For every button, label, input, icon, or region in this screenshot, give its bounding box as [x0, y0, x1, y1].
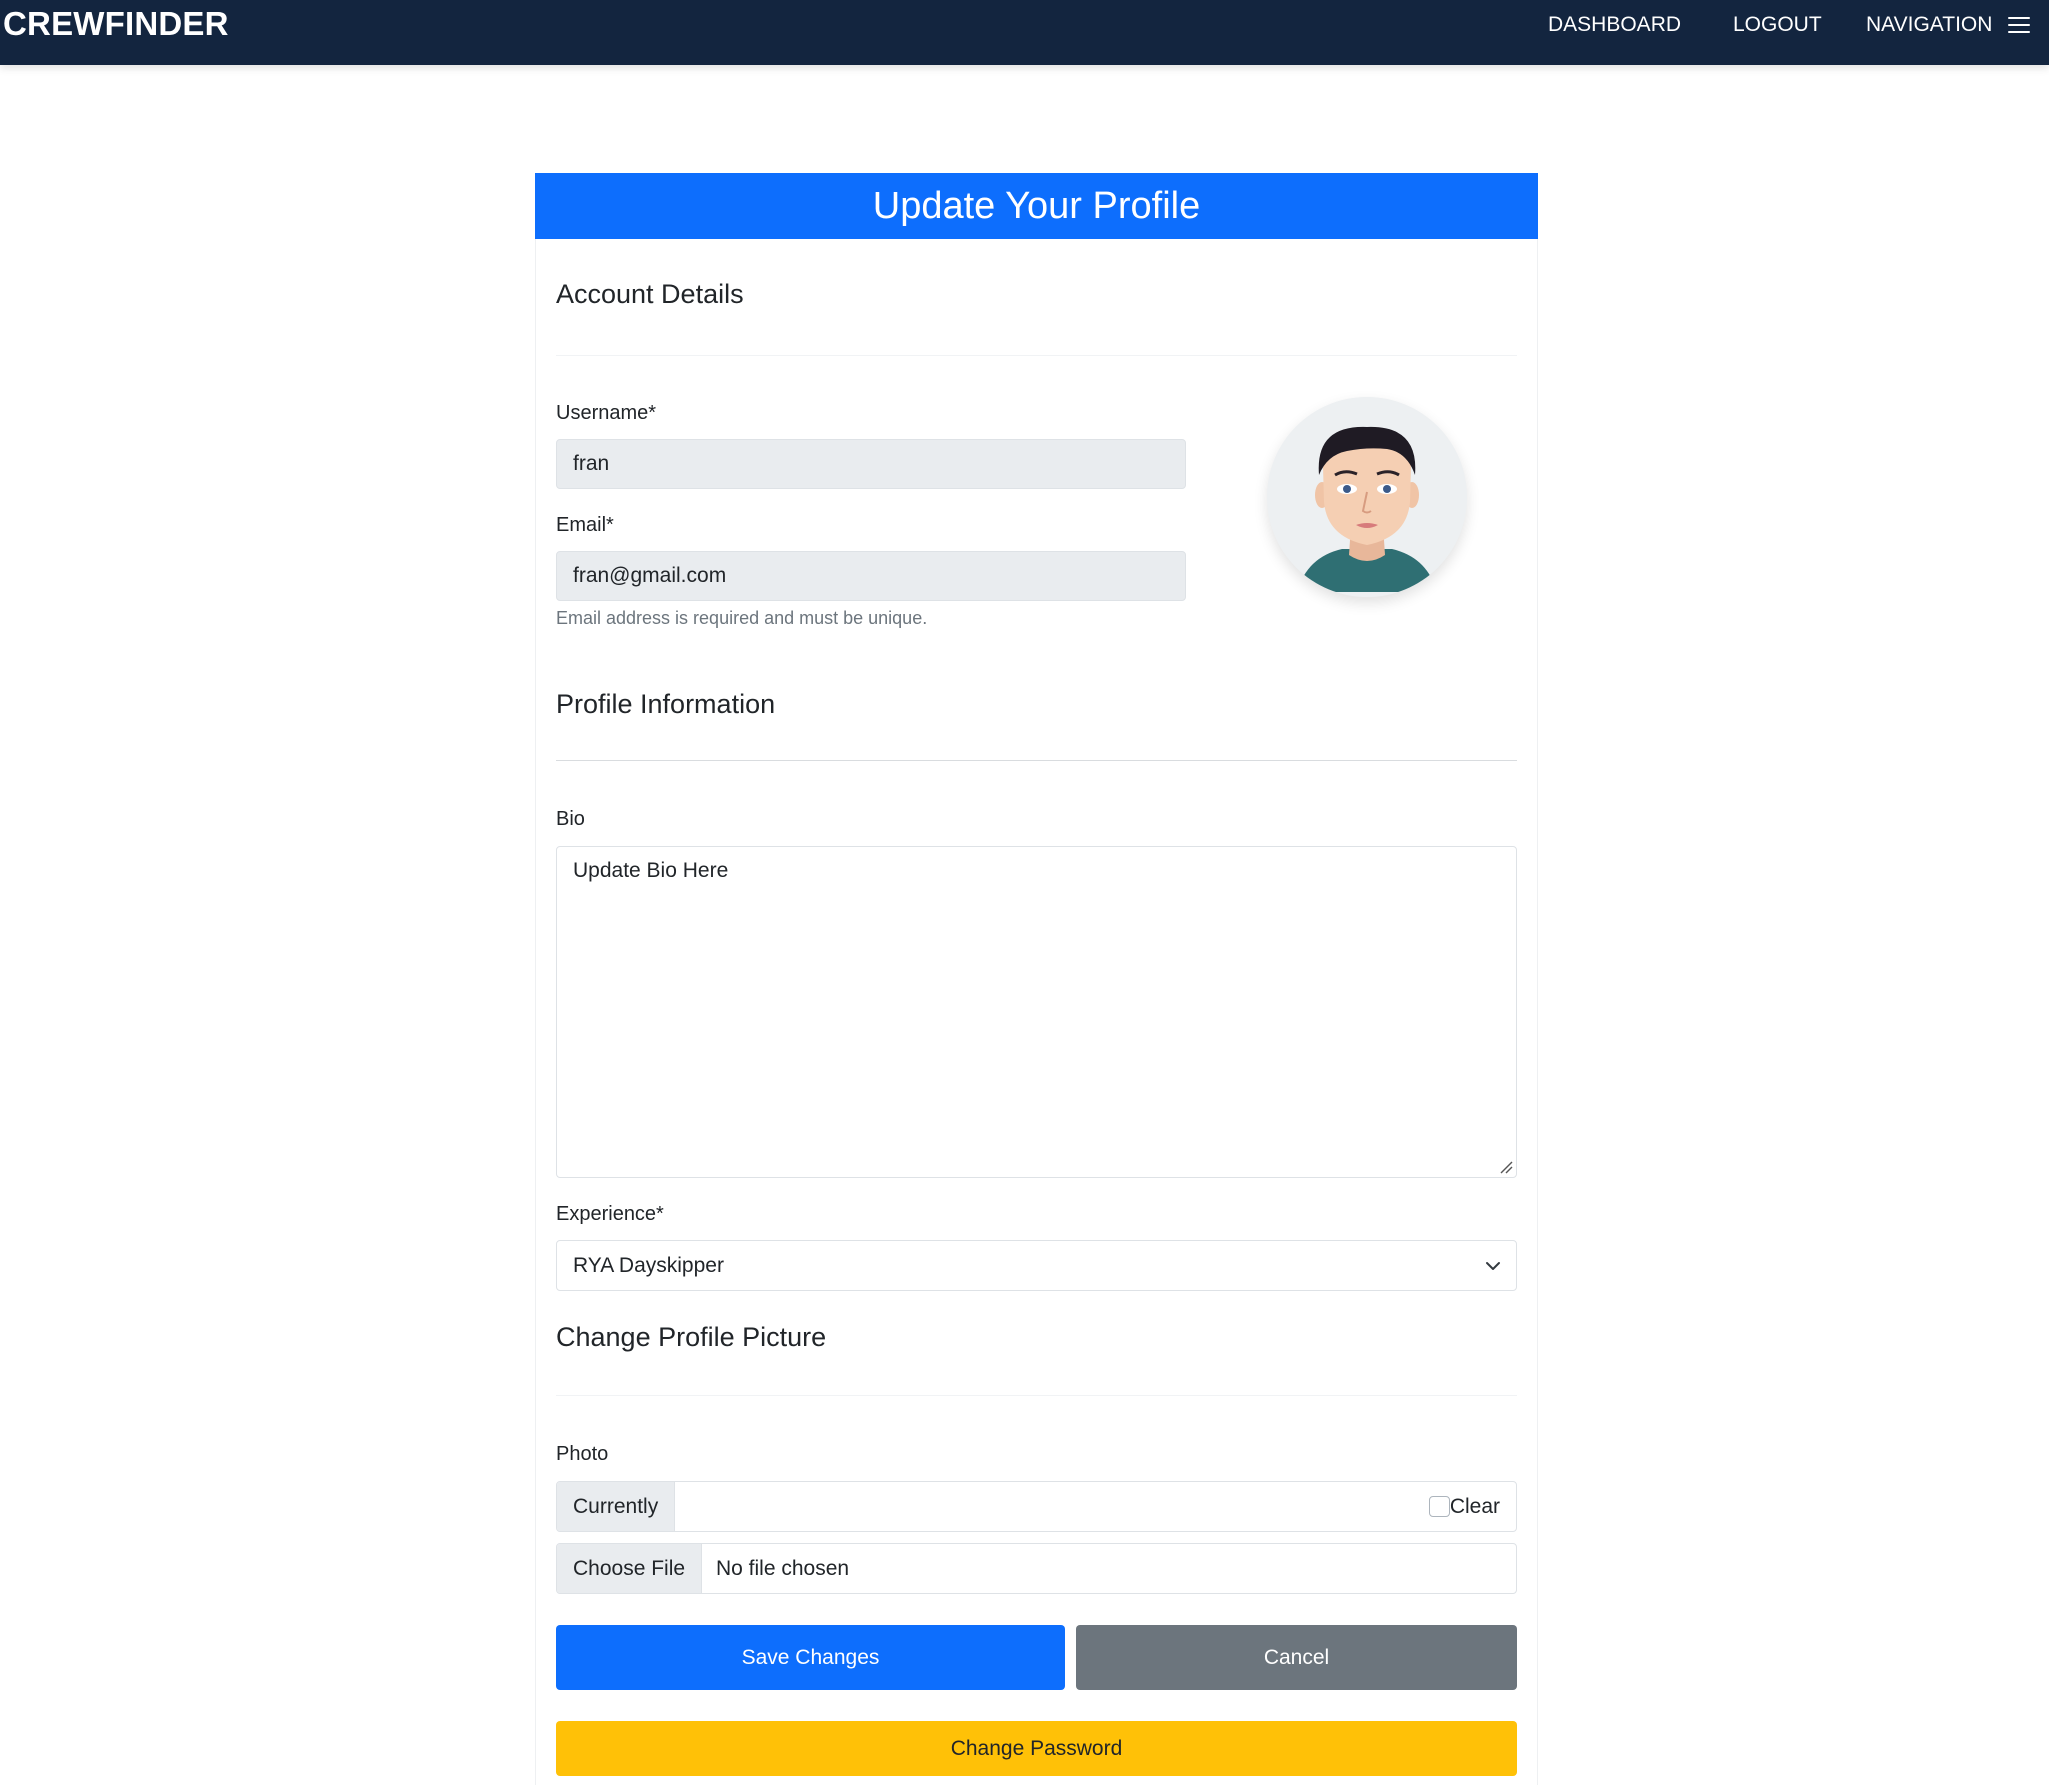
bio-textarea[interactable]: Update Bio Here [556, 846, 1517, 1178]
current-photo-row: Currently Clear [556, 1481, 1517, 1532]
section-divider [556, 1395, 1517, 1396]
email-field[interactable]: fran@gmail.com [556, 551, 1186, 601]
photo-label: Photo [556, 1443, 609, 1465]
choose-file-button[interactable]: Choose File [557, 1544, 703, 1593]
clear-label[interactable]: Clear [1450, 1495, 1500, 1519]
resize-grip-icon[interactable] [1499, 1160, 1513, 1174]
account-details-heading: Account Details [556, 279, 744, 309]
nav-navigation-toggle[interactable]: NAVIGATION [1866, 13, 1992, 37]
file-input[interactable]: Choose File No file chosen [556, 1543, 1517, 1594]
section-divider [556, 760, 1517, 761]
bio-text: Update Bio Here [573, 859, 729, 882]
top-navbar: CREWFINDER DASHBOARD LOGOUT NAVIGATION [0, 0, 2049, 65]
profile-information-heading: Profile Information [556, 689, 776, 719]
brand-logo[interactable]: CREWFINDER [3, 5, 229, 43]
page-title: Update Your Profile [872, 185, 1201, 227]
currently-label: Currently [557, 1482, 676, 1531]
email-help-text: Email address is required and must be un… [556, 608, 928, 628]
experience-selected-value: RYA Dayskipper [573, 1254, 724, 1277]
nav-dashboard-link[interactable]: DASHBOARD [1548, 13, 1681, 37]
change-password-button[interactable]: Change Password [556, 1721, 1517, 1776]
avatar [1267, 397, 1467, 597]
card-header: Update Your Profile [535, 173, 1538, 239]
bio-label: Bio [556, 808, 585, 830]
username-field[interactable]: fran [556, 439, 1186, 489]
chevron-down-icon [1486, 1262, 1500, 1270]
cancel-button[interactable]: Cancel [1076, 1625, 1517, 1690]
nav-logout-link[interactable]: LOGOUT [1733, 13, 1822, 37]
change-picture-heading: Change Profile Picture [556, 1322, 827, 1352]
experience-label: Experience* [556, 1203, 664, 1225]
email-label: Email* [556, 514, 614, 536]
hamburger-menu-icon[interactable] [2008, 16, 2030, 34]
file-status-text: No file chosen [716, 1557, 850, 1580]
clear-checkbox[interactable] [1429, 1496, 1450, 1517]
username-label: Username* [556, 402, 657, 424]
experience-select[interactable]: RYA Dayskipper [556, 1240, 1517, 1291]
save-changes-button[interactable]: Save Changes [556, 1625, 1065, 1690]
section-divider [556, 355, 1517, 356]
